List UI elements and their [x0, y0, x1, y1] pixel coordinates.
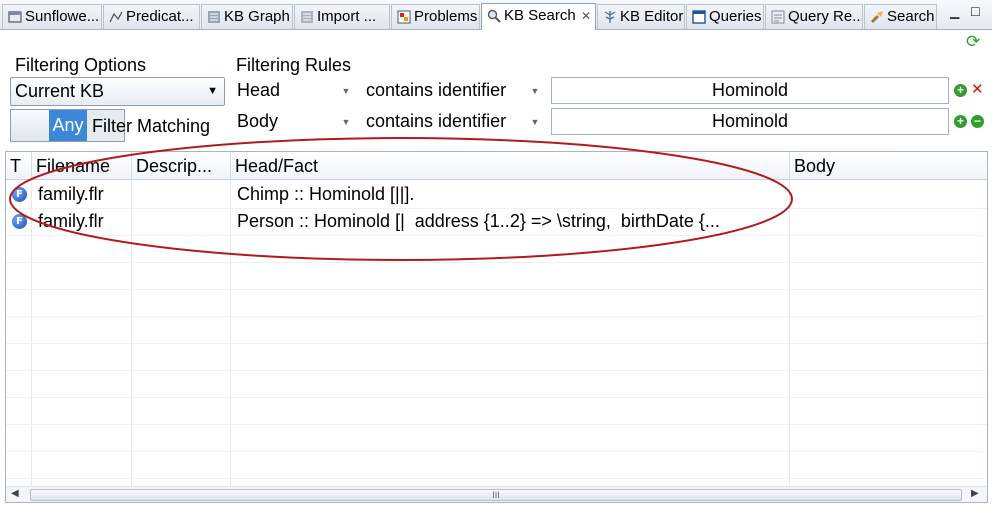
grid-line	[6, 316, 987, 317]
table-row[interactable]: F family.flr Person :: Hominold [| addre…	[6, 208, 987, 235]
scrollbar-grip: III	[492, 490, 500, 500]
tab-label: Import ...	[317, 8, 377, 25]
fact-icon: F	[12, 214, 27, 229]
tab-label: Queries	[709, 8, 762, 25]
tab-queries[interactable]: Queries	[686, 4, 764, 29]
predicate-icon	[109, 11, 123, 23]
queries-icon	[692, 10, 706, 24]
import-icon	[301, 11, 313, 23]
grid-line	[6, 370, 987, 371]
tab-problems[interactable]: Problems	[391, 4, 480, 29]
tab-label: Sunflowe...	[25, 8, 100, 25]
scroll-right-icon[interactable]: ▶	[971, 488, 979, 499]
tab-sunflower[interactable]: Sunflowe...	[2, 4, 102, 29]
grid-line	[6, 235, 987, 236]
tab-label: KB Search	[504, 7, 576, 24]
view-tab-bar: Sunflowe... Predicat... KB Graph Import …	[0, 0, 992, 30]
column-header-head-fact[interactable]: Head/Fact	[231, 152, 790, 180]
kb-select-value: Current KB	[15, 81, 105, 101]
add-rule-icon[interactable]: +	[954, 84, 967, 97]
grid-line	[6, 451, 987, 452]
chevron-down-icon[interactable]: ▼	[525, 79, 545, 103]
chevron-down-icon[interactable]: ▼	[336, 110, 356, 134]
tab-kb-editor[interactable]: KB Editor	[597, 4, 685, 29]
problems-icon	[397, 10, 411, 24]
grid-line	[6, 397, 987, 398]
rule-field-body[interactable]: Body	[237, 111, 278, 132]
cell-body	[792, 181, 986, 208]
tab-query-results[interactable]: Query Re...	[765, 4, 863, 29]
close-icon[interactable]: ✕	[581, 4, 591, 28]
kb-select[interactable]: Current KB ▼	[10, 77, 225, 106]
rule-operator-body[interactable]: contains identifier	[366, 111, 506, 132]
grid-line	[6, 289, 987, 290]
graph-icon	[208, 11, 220, 23]
toggle-off-segment	[11, 110, 49, 141]
chevron-down-icon[interactable]: ▼	[336, 79, 356, 103]
cell-description	[134, 181, 230, 208]
tab-label: KB Graph	[224, 8, 290, 25]
search-icon	[487, 9, 501, 23]
refresh-icon[interactable]: ⟳	[966, 32, 980, 52]
rule-value-input-body[interactable]: Hominold	[551, 108, 949, 135]
results-table: T Filename Descrip... Head/Fact Body F f…	[5, 151, 988, 503]
table-row[interactable]: F family.flr Chimp :: Hominold [||].	[6, 181, 987, 208]
grid-line	[6, 478, 987, 479]
cell-filename: family.flr	[38, 211, 104, 231]
rule-value-input-head[interactable]: Hominold	[551, 77, 949, 104]
tab-label: Query Re...	[788, 8, 863, 25]
remove-rule-icon[interactable]: −	[971, 115, 984, 128]
column-header-body[interactable]: Body	[790, 152, 987, 180]
tree-icon	[604, 11, 616, 23]
minimize-icon[interactable]: ▁	[950, 5, 959, 19]
cell-filename: family.flr	[38, 184, 104, 204]
filter-matching-label: Filter Matching	[92, 116, 211, 136]
maximize-icon[interactable]: ☐	[970, 5, 981, 19]
cell-head-fact: Chimp :: Hominold [||].	[237, 184, 415, 204]
tab-label: Problems	[414, 8, 478, 25]
cell-body	[792, 208, 986, 235]
delete-rule-icon[interactable]: ✕	[971, 82, 984, 97]
grid-line	[6, 343, 987, 344]
sunflower-icon	[8, 11, 22, 23]
scrollbar-thumb[interactable]: III	[30, 489, 962, 501]
tab-kb-search[interactable]: KB Search ✕	[481, 3, 596, 30]
column-header-filename[interactable]: Filename	[32, 152, 132, 180]
filtering-options-title: Filtering Options	[15, 55, 147, 75]
query-results-icon	[771, 10, 785, 24]
tab-label: Search	[887, 8, 935, 25]
horizontal-scrollbar[interactable]: ◀ III ▶	[6, 486, 987, 502]
tab-import[interactable]: Import ...	[294, 4, 390, 29]
grid-line	[6, 262, 987, 263]
toggle-any-label: Any	[49, 110, 87, 141]
rule-field-head[interactable]: Head	[237, 80, 280, 101]
tab-label: KB Editor	[620, 8, 684, 25]
table-header: T Filename Descrip... Head/Fact Body	[6, 152, 987, 180]
tab-kb-graph[interactable]: KB Graph	[201, 4, 293, 29]
flashlight-icon	[870, 11, 883, 24]
tab-predicates[interactable]: Predicat...	[103, 4, 200, 29]
filtering-rules-title: Filtering Rules	[236, 55, 352, 75]
column-header-description[interactable]: Descrip...	[132, 152, 231, 180]
tab-label: Predicat...	[126, 8, 194, 25]
chevron-down-icon: ▼	[207, 85, 218, 97]
column-header-type[interactable]: T	[6, 152, 32, 180]
add-rule-icon[interactable]: +	[954, 115, 967, 128]
cell-head-fact: Person :: Hominold [| address {1..2} => …	[237, 211, 720, 231]
fact-icon: F	[12, 187, 27, 202]
rule-operator-head[interactable]: contains identifier	[366, 80, 506, 101]
cell-description	[134, 208, 230, 235]
chevron-down-icon[interactable]: ▼	[525, 110, 545, 134]
tab-search[interactable]: Search	[864, 4, 937, 29]
scroll-left-icon[interactable]: ◀	[11, 488, 19, 499]
grid-line	[6, 424, 987, 425]
